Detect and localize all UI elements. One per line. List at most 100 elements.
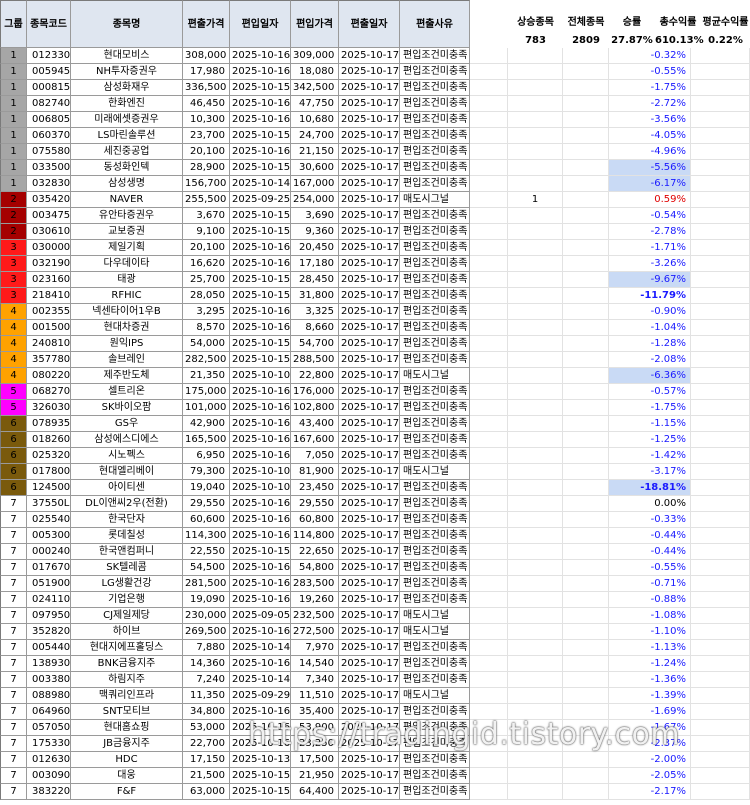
return-cell[interactable]: -0.55% [609, 560, 691, 576]
reason-cell[interactable]: 편입조건미충족 [400, 640, 470, 656]
code-cell[interactable]: 088980 [27, 688, 71, 704]
code-cell[interactable]: 002355 [27, 304, 71, 320]
code-cell[interactable]: 240810 [27, 336, 71, 352]
reason-cell[interactable]: 편입조건미충족 [400, 304, 470, 320]
return-cell[interactable]: -2.17% [609, 784, 691, 800]
in-price-cell[interactable]: 21,950 [291, 768, 339, 784]
return-cell[interactable]: -0.55% [609, 64, 691, 80]
blank-cell[interactable] [470, 496, 508, 512]
out-price-cell[interactable]: 230,000 [183, 608, 230, 624]
out-price-cell[interactable]: 22,550 [183, 544, 230, 560]
blank-cell[interactable] [691, 208, 750, 224]
group-cell[interactable]: 4 [0, 352, 27, 368]
code-cell[interactable]: 003475 [27, 208, 71, 224]
code-cell[interactable]: 005945 [27, 64, 71, 80]
in-price-cell[interactable]: 47,750 [291, 96, 339, 112]
blank-cell[interactable] [563, 784, 609, 800]
return-cell[interactable]: -3.26% [609, 256, 691, 272]
code-cell[interactable]: 003380 [27, 672, 71, 688]
reason-cell[interactable]: 편입조건미충족 [400, 256, 470, 272]
blank-cell[interactable] [470, 384, 508, 400]
blank-cell[interactable] [470, 336, 508, 352]
in-price-cell[interactable]: 17,500 [291, 752, 339, 768]
out-date-cell[interactable]: 2025-10-17 [339, 496, 400, 512]
return-cell[interactable]: -1.42% [609, 448, 691, 464]
code-cell[interactable]: 082740 [27, 96, 71, 112]
blank-cell[interactable] [563, 480, 609, 496]
extra-cell[interactable] [508, 448, 563, 464]
out-date-cell[interactable]: 2025-10-17 [339, 320, 400, 336]
out-date-cell[interactable]: 2025-10-17 [339, 112, 400, 128]
in-date-cell[interactable]: 2025-09-29 [230, 688, 291, 704]
blank-cell[interactable] [470, 208, 508, 224]
code-cell[interactable]: 218410 [27, 288, 71, 304]
blank-cell[interactable] [563, 528, 609, 544]
blank-cell[interactable] [691, 624, 750, 640]
blank-cell[interactable] [470, 672, 508, 688]
blank-cell[interactable] [691, 128, 750, 144]
blank-cell[interactable] [470, 112, 508, 128]
blank-cell[interactable] [470, 368, 508, 384]
blank-cell[interactable] [691, 544, 750, 560]
in-date-cell[interactable]: 2025-10-16 [230, 384, 291, 400]
name-cell[interactable]: BNK금융지주 [71, 656, 183, 672]
blank-cell[interactable] [691, 464, 750, 480]
reason-cell[interactable]: 편입조건미충족 [400, 784, 470, 800]
in-price-cell[interactable]: 102,800 [291, 400, 339, 416]
out-price-cell[interactable]: 336,500 [183, 80, 230, 96]
blank-cell[interactable] [691, 368, 750, 384]
code-cell[interactable]: 012330 [27, 48, 71, 64]
blank-cell[interactable] [691, 432, 750, 448]
in-price-cell[interactable]: 288,500 [291, 352, 339, 368]
group-cell[interactable]: 1 [0, 128, 27, 144]
blank-cell[interactable] [563, 560, 609, 576]
out-date-cell[interactable]: 2025-10-17 [339, 304, 400, 320]
out-date-cell[interactable]: 2025-10-17 [339, 640, 400, 656]
blank-cell[interactable] [563, 656, 609, 672]
group-cell[interactable]: 6 [0, 416, 27, 432]
blank-cell[interactable] [563, 432, 609, 448]
blank-cell[interactable] [563, 768, 609, 784]
reason-cell[interactable]: 편입조건미충족 [400, 336, 470, 352]
blank-cell[interactable] [470, 688, 508, 704]
in-date-cell[interactable]: 2025-10-13 [230, 752, 291, 768]
return-cell[interactable]: -1.10% [609, 624, 691, 640]
out-price-cell[interactable]: 175,000 [183, 384, 230, 400]
blank-cell[interactable] [691, 784, 750, 800]
name-cell[interactable]: F&F [71, 784, 183, 800]
out-date-cell[interactable]: 2025-10-17 [339, 80, 400, 96]
reason-cell[interactable]: 편입조건미충족 [400, 96, 470, 112]
group-cell[interactable]: 7 [0, 544, 27, 560]
extra-cell[interactable] [508, 176, 563, 192]
extra-cell[interactable] [508, 768, 563, 784]
reason-cell[interactable]: 편입조건미충족 [400, 560, 470, 576]
out-date-cell[interactable]: 2025-10-17 [339, 368, 400, 384]
name-cell[interactable]: 하이브 [71, 624, 183, 640]
group-cell[interactable]: 7 [0, 768, 27, 784]
blank-cell[interactable] [470, 544, 508, 560]
return-cell[interactable]: -1.15% [609, 416, 691, 432]
out-date-cell[interactable]: 2025-10-17 [339, 192, 400, 208]
extra-cell[interactable] [508, 544, 563, 560]
out-price-cell[interactable]: 21,350 [183, 368, 230, 384]
code-cell[interactable]: 37550L [27, 496, 71, 512]
blank-cell[interactable] [691, 192, 750, 208]
in-price-cell[interactable]: 60,800 [291, 512, 339, 528]
name-cell[interactable]: 미래에셋증권우 [71, 112, 183, 128]
in-price-cell[interactable]: 114,800 [291, 528, 339, 544]
in-date-cell[interactable]: 2025-10-16 [230, 304, 291, 320]
in-date-cell[interactable]: 2025-10-15 [230, 80, 291, 96]
name-cell[interactable]: NH투자증권우 [71, 64, 183, 80]
reason-cell[interactable]: 편입조건미충족 [400, 416, 470, 432]
blank-cell[interactable] [563, 112, 609, 128]
out-date-cell[interactable]: 2025-10-17 [339, 432, 400, 448]
extra-cell[interactable] [508, 464, 563, 480]
name-cell[interactable]: 동성화인텍 [71, 160, 183, 176]
group-cell[interactable]: 5 [0, 400, 27, 416]
return-cell[interactable]: -9.67% [609, 272, 691, 288]
code-cell[interactable]: 075580 [27, 144, 71, 160]
blank-cell[interactable] [470, 512, 508, 528]
blank-cell[interactable] [470, 176, 508, 192]
extra-cell[interactable] [508, 784, 563, 800]
blank-cell[interactable] [563, 64, 609, 80]
